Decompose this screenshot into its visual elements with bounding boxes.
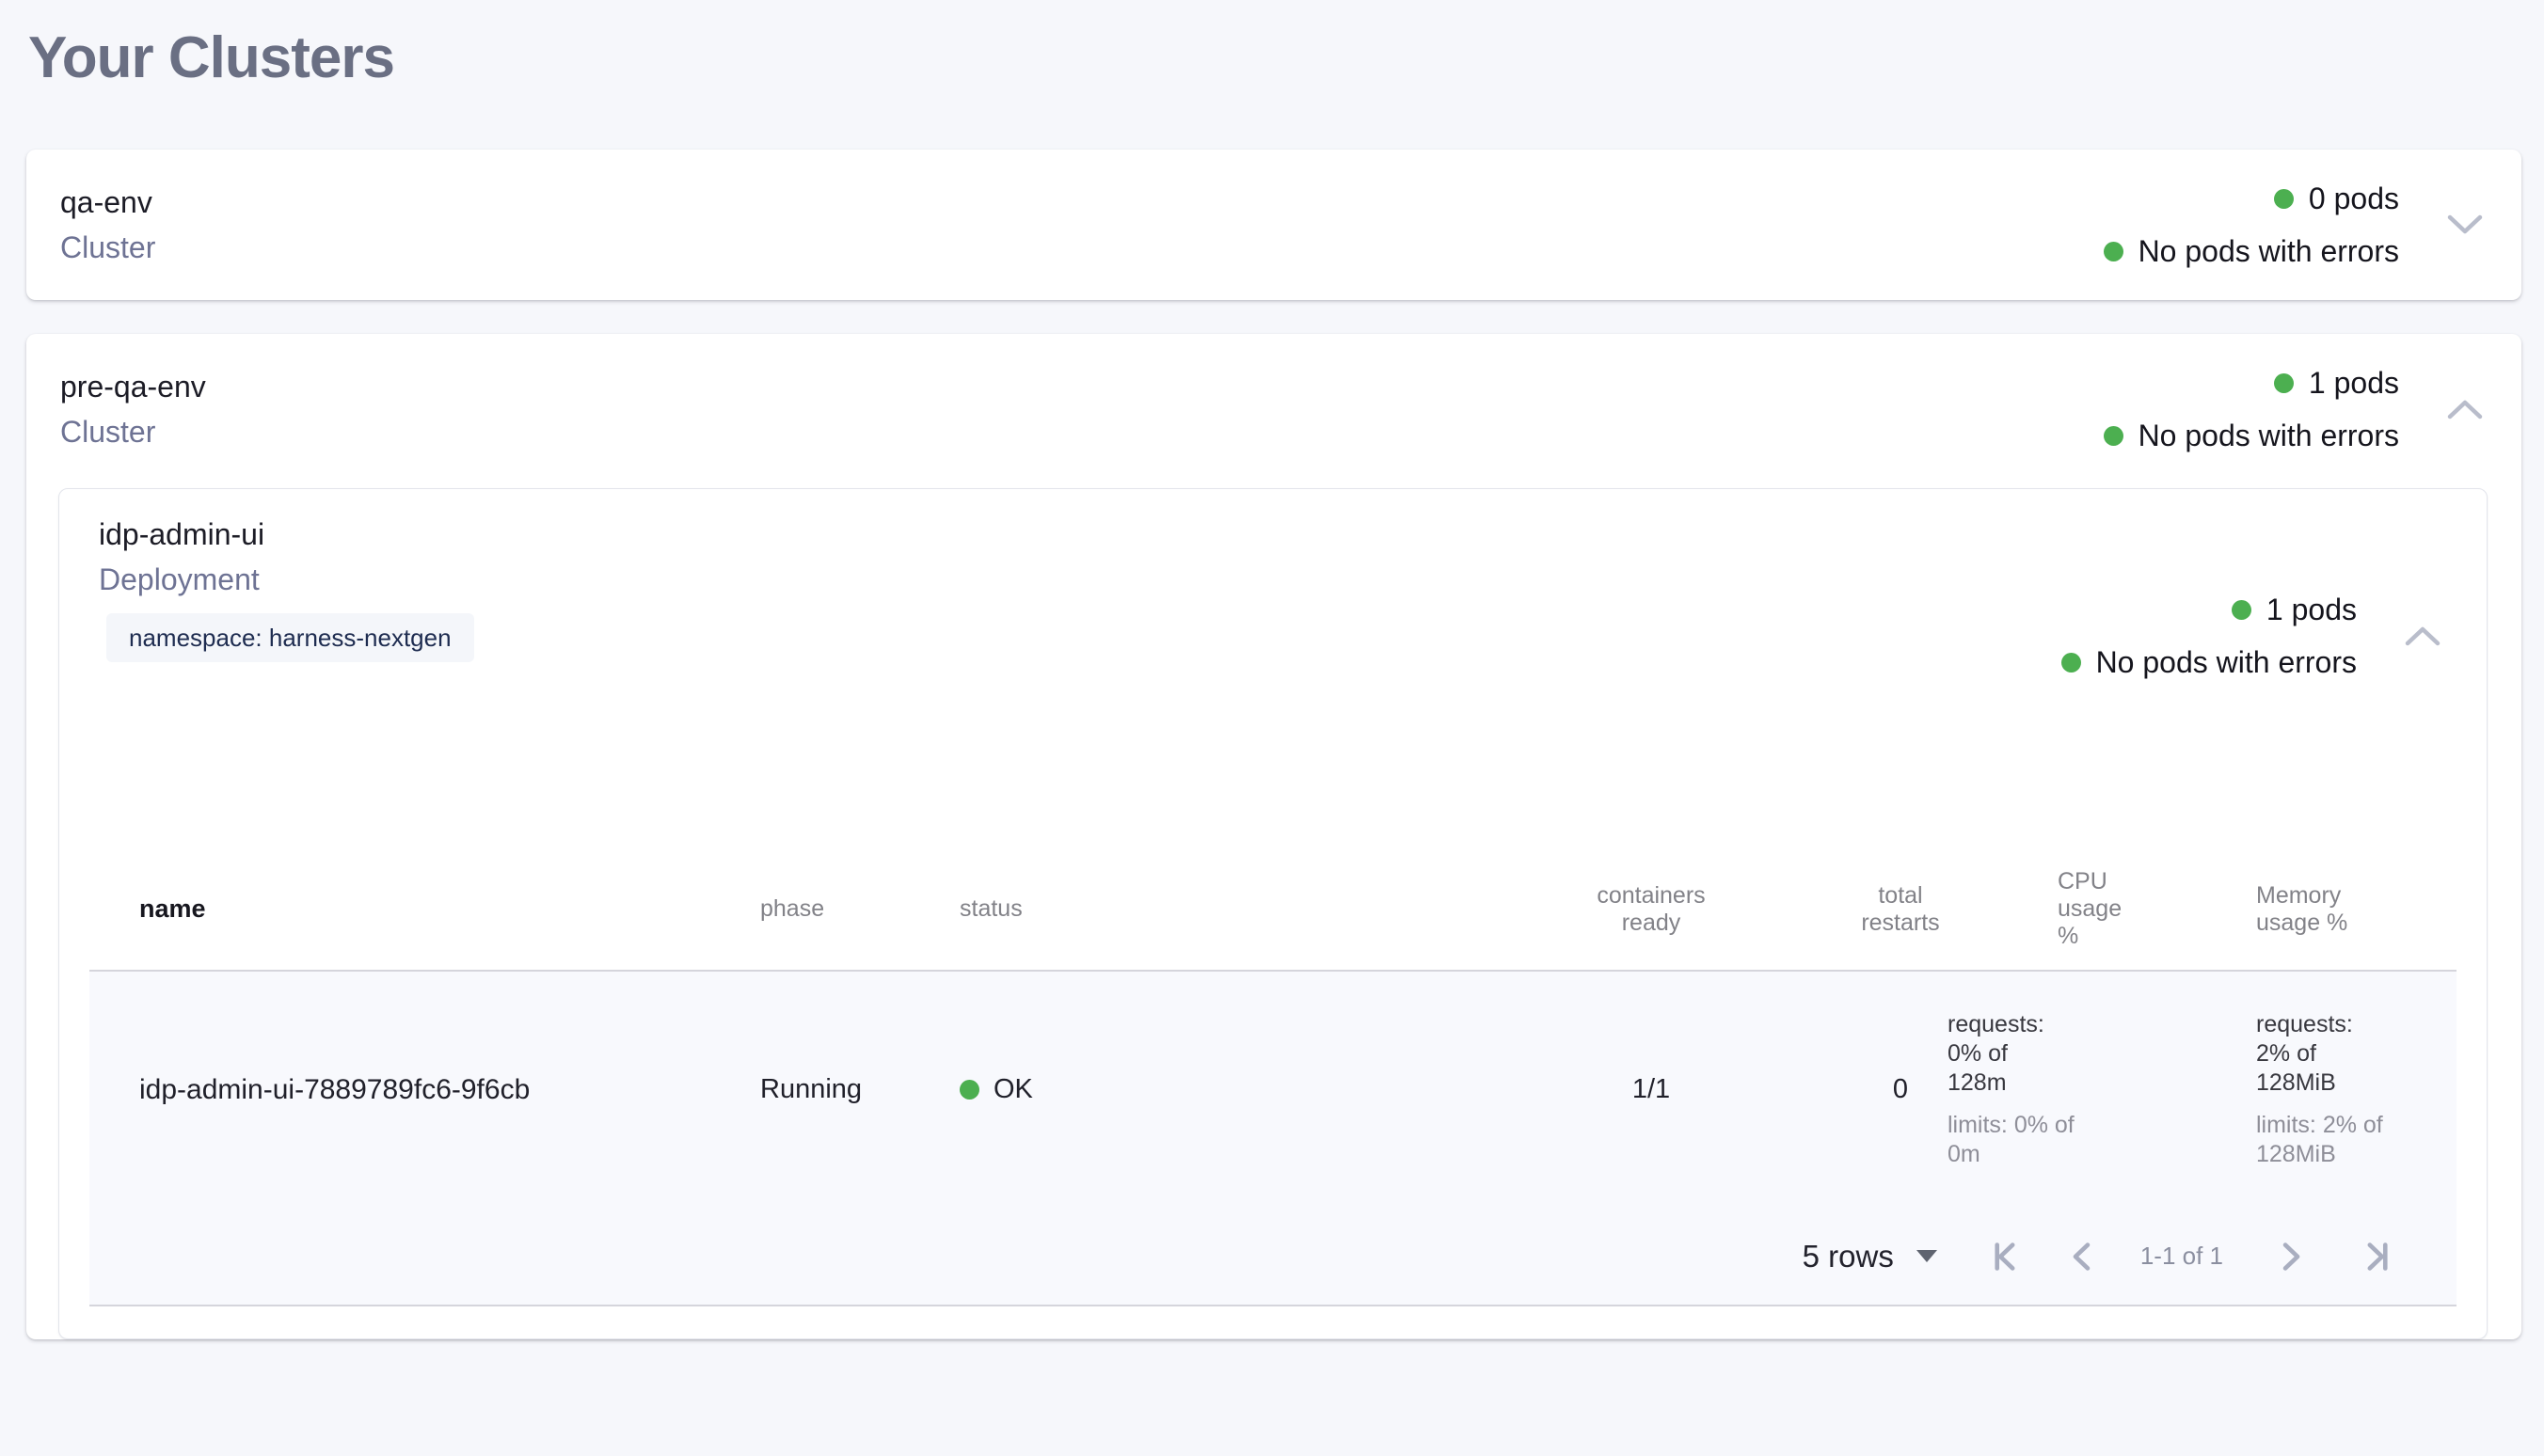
pods-errors-label: No pods with errors <box>2139 232 2399 270</box>
column-header-containers-ready: containers ready <box>1449 848 1853 971</box>
collapse-cluster-button[interactable] <box>2442 387 2488 432</box>
caret-down-icon <box>1916 1250 1937 1262</box>
table-row[interactable]: idp-admin-ui-7889789fc6-9f6cb Running OK… <box>89 971 2457 1208</box>
green-dot <box>2274 189 2294 209</box>
pagination-bar: 5 rows <box>89 1235 2400 1278</box>
collapse-deployment-button[interactable] <box>2400 613 2445 658</box>
previous-page-button[interactable] <box>2061 1235 2105 1278</box>
table-header-row: name phase status containers ready total… <box>89 848 2457 971</box>
chevron-left-icon <box>2061 1235 2105 1278</box>
cluster-kind-label: Cluster <box>60 413 206 451</box>
column-header-name: name <box>89 848 753 971</box>
memory-requests-value: requests: 2% of 128MiB <box>2256 1010 2375 1098</box>
pods-errors-line: No pods with errors <box>2061 643 2357 681</box>
pods-errors-line: No pods with errors <box>2104 232 2399 270</box>
cpu-usage-cell: requests: 0% of 128m limits: 0% of 0m <box>1948 971 2154 1208</box>
last-page-icon <box>2357 1235 2400 1278</box>
pods-count-line: 0 pods <box>2274 180 2399 217</box>
cpu-requests-value: requests: 0% of 128m <box>1948 1010 2066 1098</box>
deployment-card-idp-admin-ui: idp-admin-ui Deployment namespace: harne… <box>58 488 2488 1339</box>
column-header-status: status <box>950 848 1449 971</box>
green-dot <box>2232 600 2251 620</box>
chevron-up-icon <box>2403 624 2442 648</box>
rows-per-page-value: 5 rows <box>1803 1239 1894 1274</box>
green-dot <box>2104 242 2123 261</box>
chevron-right-icon <box>2268 1235 2312 1278</box>
cluster-accordion-pre-qa-env[interactable]: pre-qa-env Cluster 1 pods No pods with e… <box>26 334 2521 484</box>
chevron-down-icon <box>2445 213 2485 237</box>
pods-count-label: 1 pods <box>2266 591 2357 628</box>
containers-ready-cell: 1/1 <box>1449 971 1853 1208</box>
cpu-limits-value: limits: 0% of 0m <box>1948 1111 2075 1169</box>
cluster-card-qa-env: qa-env Cluster 0 pods No pods with error… <box>26 150 2521 300</box>
deployment-accordion-idp-admin-ui[interactable]: idp-admin-ui Deployment namespace: harne… <box>59 515 2487 681</box>
first-page-icon <box>1982 1235 2026 1278</box>
pods-summary-group: 1 pods No pods with errors <box>2104 364 2399 454</box>
pods-table-wrap: name phase status containers ready total… <box>59 848 2487 1306</box>
pods-count-line: 1 pods <box>2232 591 2357 628</box>
pods-errors-line: No pods with errors <box>2104 417 2399 454</box>
last-page-button[interactable] <box>2357 1235 2400 1278</box>
pods-errors-label: No pods with errors <box>2096 643 2357 681</box>
expand-cluster-button[interactable] <box>2442 202 2488 247</box>
pods-errors-label: No pods with errors <box>2139 417 2399 454</box>
column-header-memory-usage: Memory usage % <box>2154 848 2457 971</box>
pod-status-label: OK <box>994 1074 1033 1105</box>
green-dot <box>960 1080 979 1100</box>
column-header-cpu-usage: CPU usage % <box>1948 848 2154 971</box>
column-header-phase: phase <box>753 848 950 971</box>
pods-count-line: 1 pods <box>2274 364 2399 402</box>
cluster-name: pre-qa-env <box>60 368 206 405</box>
page-title: Your Clusters <box>28 24 2544 91</box>
first-page-button[interactable] <box>1982 1235 2026 1278</box>
pod-phase-cell: Running <box>753 971 950 1208</box>
namespace-chip: namespace: harness-nextgen <box>106 613 474 662</box>
pod-status-cell: OK <box>950 971 1449 1208</box>
cluster-kind-label: Cluster <box>60 229 155 266</box>
cluster-titles: pre-qa-env Cluster <box>60 368 206 451</box>
green-dot <box>2104 426 2123 446</box>
memory-limits-value: limits: 2% of 128MiB <box>2256 1111 2409 1169</box>
pods-table: name phase status containers ready total… <box>89 848 2457 1306</box>
pagination-range-label: 1-1 of 1 <box>2140 1242 2223 1271</box>
cluster-accordion-qa-env[interactable]: qa-env Cluster 0 pods No pods with error… <box>26 150 2521 300</box>
next-page-button[interactable] <box>2268 1235 2312 1278</box>
deployment-titles: idp-admin-ui Deployment namespace: harne… <box>99 515 474 662</box>
deployment-kind-label: Deployment <box>99 561 474 598</box>
green-dot <box>2061 653 2081 673</box>
green-dot <box>2274 373 2294 393</box>
total-restarts-cell: 0 <box>1853 971 1948 1208</box>
pods-summary-group: 1 pods No pods with errors <box>2061 591 2357 681</box>
cluster-titles: qa-env Cluster <box>60 183 155 266</box>
cluster-card-pre-qa-env: pre-qa-env Cluster 1 pods No pods with e… <box>26 334 2521 1339</box>
table-footer-row: 5 rows <box>89 1208 2457 1306</box>
pod-name-cell: idp-admin-ui-7889789fc6-9f6cb <box>89 971 753 1208</box>
cluster-name: qa-env <box>60 183 155 221</box>
rows-per-page-select[interactable]: 5 rows <box>1803 1239 1937 1274</box>
pods-count-label: 0 pods <box>2309 180 2399 217</box>
deployment-name: idp-admin-ui <box>99 515 474 553</box>
column-header-total-restarts: total restarts <box>1853 848 1948 971</box>
pods-count-label: 1 pods <box>2309 364 2399 402</box>
chevron-up-icon <box>2445 397 2485 421</box>
pods-summary-group: 0 pods No pods with errors <box>2104 180 2399 270</box>
memory-usage-cell: requests: 2% of 128MiB limits: 2% of 128… <box>2154 971 2457 1208</box>
